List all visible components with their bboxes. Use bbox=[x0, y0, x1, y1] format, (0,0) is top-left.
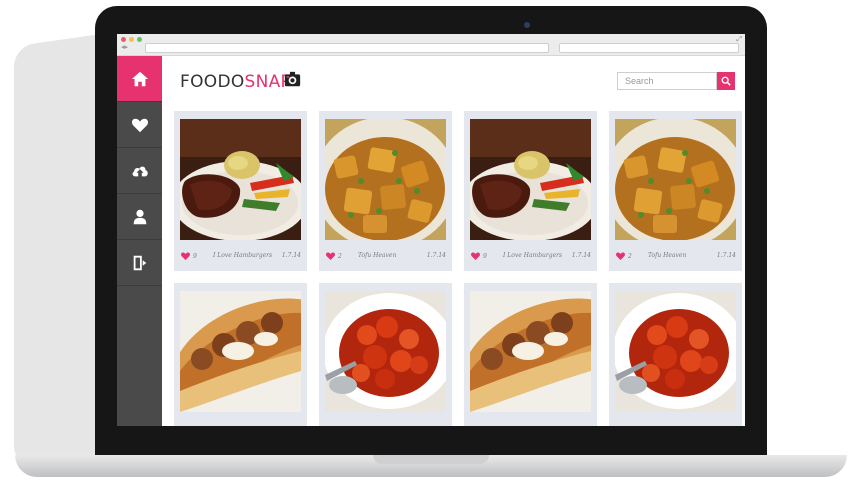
screen: ◂▸ ⤢ FOODOSNAP Search 9 I Love Hamburger… bbox=[117, 34, 745, 426]
card-meta bbox=[325, 421, 446, 426]
search-button[interactable] bbox=[717, 72, 735, 90]
address-bar[interactable] bbox=[145, 43, 549, 53]
sweet-sour-plate-image bbox=[615, 291, 736, 412]
card-meta bbox=[615, 421, 736, 426]
potato-curry-image bbox=[615, 119, 736, 240]
food-photo[interactable] bbox=[470, 119, 591, 240]
food-photo[interactable] bbox=[325, 291, 446, 412]
heart-icon bbox=[471, 252, 480, 260]
food-photo[interactable] bbox=[615, 119, 736, 240]
heart-icon bbox=[326, 252, 335, 260]
photo-card[interactable] bbox=[464, 283, 597, 426]
logout-icon bbox=[133, 255, 146, 270]
search-icon bbox=[721, 76, 731, 86]
card-meta bbox=[180, 421, 301, 426]
like-button[interactable]: 2 bbox=[325, 251, 342, 261]
card-meta: 9 I Love Hamburgers 1.7.14 bbox=[470, 249, 591, 263]
like-count: 9 bbox=[483, 252, 487, 260]
heart-icon bbox=[181, 252, 190, 260]
sidebar-item-logout[interactable] bbox=[117, 240, 162, 286]
search-input[interactable] bbox=[617, 72, 717, 90]
like-count: 2 bbox=[628, 252, 632, 260]
maximize-window-icon[interactable] bbox=[137, 37, 142, 42]
sidebar-item-favorites[interactable] bbox=[117, 102, 162, 148]
post-date: 1.7.14 bbox=[281, 252, 301, 259]
post-title: Tofu Heaven bbox=[648, 252, 687, 259]
heart-icon bbox=[131, 118, 148, 132]
cloud-upload-icon bbox=[132, 166, 148, 176]
meatball-sub-image bbox=[180, 291, 301, 412]
photo-card[interactable]: 2 Tofu Heaven 1.7.14 bbox=[319, 111, 452, 271]
nav-arrows-icon[interactable]: ◂▸ bbox=[121, 44, 128, 52]
photo-card[interactable] bbox=[319, 283, 452, 426]
home-icon bbox=[131, 71, 148, 86]
like-button[interactable]: 2 bbox=[615, 251, 632, 261]
card-meta bbox=[470, 421, 591, 426]
post-title: I Love Hamburgers bbox=[213, 252, 273, 259]
user-icon bbox=[133, 209, 146, 224]
like-count: 9 bbox=[193, 252, 197, 260]
food-photo[interactable] bbox=[180, 291, 301, 412]
photo-card[interactable]: 9 I Love Hamburgers 1.7.14 bbox=[464, 111, 597, 271]
food-photo[interactable] bbox=[615, 291, 736, 412]
camera-icon bbox=[524, 22, 530, 28]
post-date: 1.7.14 bbox=[426, 252, 446, 259]
like-button[interactable]: 9 bbox=[180, 251, 197, 261]
post-date: 1.7.14 bbox=[716, 252, 736, 259]
like-button[interactable]: 9 bbox=[470, 251, 487, 261]
photo-card[interactable]: 2 Tofu Heaven 1.7.14 bbox=[609, 111, 742, 271]
post-title: I Love Hamburgers bbox=[503, 252, 563, 259]
browser-search-field[interactable] bbox=[559, 43, 739, 53]
meatball-sub-image bbox=[470, 291, 591, 412]
camera-logo-icon bbox=[284, 71, 301, 87]
heart-icon bbox=[616, 252, 625, 260]
post-title: Tofu Heaven bbox=[358, 252, 397, 259]
sweet-sour-plate-image bbox=[325, 291, 446, 412]
steak-plate-image bbox=[180, 119, 301, 240]
food-photo[interactable] bbox=[470, 291, 591, 412]
card-meta: 9 I Love Hamburgers 1.7.14 bbox=[180, 249, 301, 263]
logo-text-foodo: FOODO bbox=[180, 72, 245, 92]
food-photo[interactable] bbox=[180, 119, 301, 240]
potato-curry-image bbox=[325, 119, 446, 240]
food-photo[interactable] bbox=[325, 119, 446, 240]
app-logo[interactable]: FOODOSNAP bbox=[180, 72, 291, 92]
browser-bar: ◂▸ ⤢ bbox=[117, 34, 745, 56]
sidebar-item-upload[interactable] bbox=[117, 148, 162, 194]
sidebar bbox=[117, 56, 162, 426]
fullscreen-icon[interactable]: ⤢ bbox=[736, 36, 742, 44]
close-window-icon[interactable] bbox=[121, 37, 126, 42]
laptop-mockup: ◂▸ ⤢ FOODOSNAP Search 9 I Love Hamburger… bbox=[0, 0, 862, 482]
laptop-shadow bbox=[14, 33, 104, 467]
photo-card[interactable] bbox=[174, 283, 307, 426]
sidebar-item-home[interactable] bbox=[117, 56, 162, 102]
sidebar-item-profile[interactable] bbox=[117, 194, 162, 240]
like-count: 2 bbox=[338, 252, 342, 260]
minimize-window-icon[interactable] bbox=[129, 37, 134, 42]
photo-card[interactable]: 9 I Love Hamburgers 1.7.14 bbox=[174, 111, 307, 271]
post-date: 1.7.14 bbox=[571, 252, 591, 259]
photo-card[interactable] bbox=[609, 283, 742, 426]
card-meta: 2 Tofu Heaven 1.7.14 bbox=[615, 249, 736, 263]
laptop-notch bbox=[373, 455, 489, 464]
steak-plate-image bbox=[470, 119, 591, 240]
card-meta: 2 Tofu Heaven 1.7.14 bbox=[325, 249, 446, 263]
